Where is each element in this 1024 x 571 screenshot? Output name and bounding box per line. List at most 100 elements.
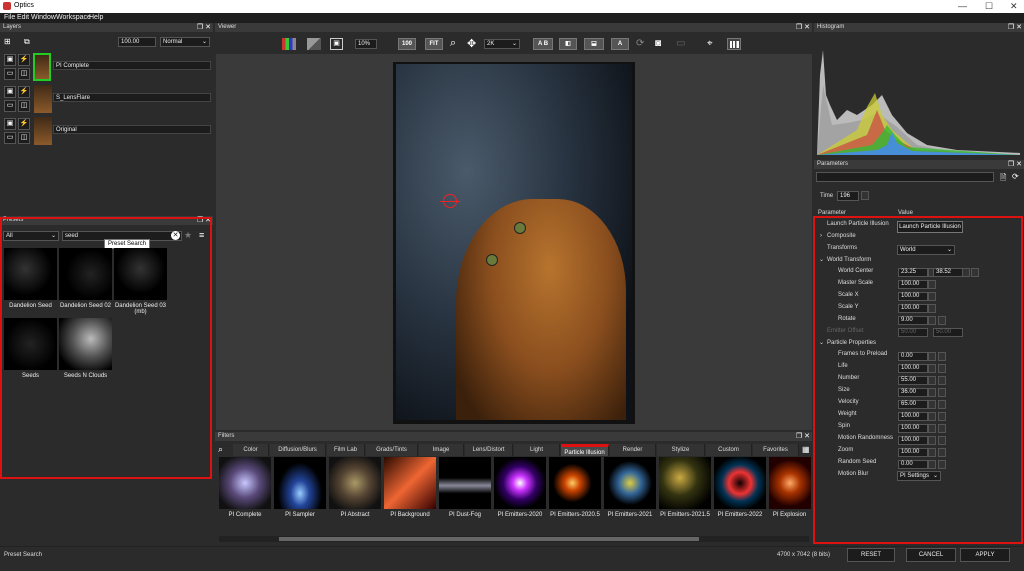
param-world-transform-label[interactable]: World Transform xyxy=(827,257,871,263)
scale-y-field[interactable]: 100.00 xyxy=(898,304,928,313)
transforms-select[interactable]: World ⌄ xyxy=(897,245,955,255)
time-field[interactable]: 196 xyxy=(837,191,859,201)
parameter-search-field[interactable] xyxy=(816,172,994,182)
layer-row[interactable]: ▣ ⚡ ▭ ◫ Original xyxy=(1,116,213,146)
view-a-button[interactable]: A xyxy=(611,38,629,50)
reset-button[interactable]: RESET xyxy=(847,548,895,562)
star-icon[interactable]: ★ xyxy=(184,230,192,241)
layer-thumbnail[interactable] xyxy=(34,117,52,145)
menu-window[interactable]: Window xyxy=(31,14,56,21)
spin[interactable] xyxy=(928,292,936,301)
motion-randomness-field[interactable]: 100.00 xyxy=(898,436,928,445)
monitor-icon[interactable]: ▣ xyxy=(4,86,16,98)
filter-thumbnail[interactable] xyxy=(549,457,601,509)
panel-float-close-icon[interactable]: ❐ ✕ xyxy=(1008,23,1022,32)
blend-mode-select[interactable]: Normal ⌄ xyxy=(160,37,210,47)
layer-name[interactable]: PI Complete xyxy=(53,61,211,70)
number-field[interactable]: 55.00 xyxy=(898,376,928,385)
spin[interactable] xyxy=(938,376,946,385)
param-particle-properties-label[interactable]: Particle Properties xyxy=(827,340,876,346)
spin[interactable] xyxy=(938,424,946,433)
display-icon[interactable]: ▭ xyxy=(4,132,16,144)
histogram-toggle-icon[interactable] xyxy=(727,38,741,50)
spin[interactable] xyxy=(962,268,970,277)
tab-diffusion-blurs[interactable]: Diffusion/Blurs xyxy=(270,444,326,456)
grid-view-icon[interactable]: ▦ xyxy=(802,445,810,454)
checker-icon[interactable] xyxy=(307,38,321,50)
lightning-icon[interactable]: ⚡ xyxy=(18,86,30,98)
chevron-down-icon[interactable]: ⌄ xyxy=(819,339,824,346)
random-seed-field[interactable]: 0.00 xyxy=(898,460,928,469)
opacity-field[interactable]: 100.00 xyxy=(118,37,156,47)
zoom-field[interactable]: 10% xyxy=(355,39,377,49)
filter-thumbnail[interactable] xyxy=(769,457,811,509)
preset-thumbnail[interactable] xyxy=(4,318,57,370)
spin[interactable] xyxy=(938,352,946,361)
preset-thumbnail[interactable] xyxy=(4,248,57,300)
spin[interactable] xyxy=(938,388,946,397)
filter-thumbnail[interactable] xyxy=(274,457,326,509)
launch-particle-illusion-button[interactable]: Launch Particle Illusion xyxy=(897,221,963,233)
layer-name[interactable]: Original xyxy=(53,125,211,134)
pan-icon[interactable]: ✥ xyxy=(467,37,476,50)
tab-light[interactable]: Light xyxy=(514,444,560,456)
tab-color[interactable]: Color xyxy=(233,444,269,456)
document-icon[interactable]: 🗎 xyxy=(1000,172,1006,186)
spin[interactable] xyxy=(928,460,936,469)
preset-category-select[interactable]: All ⌄ xyxy=(3,231,59,241)
resolution-select[interactable]: 2K ⌄ xyxy=(484,39,520,49)
spin[interactable] xyxy=(928,352,936,361)
maximize-button[interactable]: ☐ xyxy=(985,1,993,12)
panel-float-close-icon[interactable]: ❐ ✕ xyxy=(197,23,211,32)
spin[interactable] xyxy=(938,412,946,421)
zoom-field[interactable]: 100.00 xyxy=(898,448,928,457)
scale-x-field[interactable]: 100.00 xyxy=(898,292,928,301)
menu-file[interactable]: File xyxy=(4,14,15,21)
filters-scrollbar[interactable] xyxy=(219,536,809,542)
spin[interactable] xyxy=(938,448,946,457)
spin[interactable] xyxy=(928,412,936,421)
monitor-icon[interactable]: ▣ xyxy=(4,118,16,130)
spin[interactable] xyxy=(938,364,946,373)
tab-custom[interactable]: Custom xyxy=(706,444,752,456)
layer-row[interactable]: ▣ ⚡ ▭ ◫ PI Complete xyxy=(1,52,213,82)
filter-search-icon[interactable]: ⌕ xyxy=(218,444,223,455)
filter-thumbnail[interactable] xyxy=(494,457,546,509)
spin[interactable] xyxy=(928,448,936,457)
filter-thumbnail[interactable] xyxy=(439,457,491,509)
layer-row[interactable]: ▣ ⚡ ▭ ◫ S_LensFlare xyxy=(1,84,213,114)
spin[interactable] xyxy=(928,424,936,433)
spin[interactable] xyxy=(928,376,936,385)
close-button[interactable]: ✕ xyxy=(1010,1,1018,12)
split-horizontal-icon[interactable]: ⬓ xyxy=(584,38,604,50)
filter-thumbnail[interactable] xyxy=(384,457,436,509)
master-scale-field[interactable]: 100.00 xyxy=(898,280,928,289)
mask-icon[interactable]: ◫ xyxy=(18,68,30,80)
spin[interactable] xyxy=(928,280,936,289)
magnifier-icon[interactable]: ⌕ xyxy=(450,37,456,50)
spin[interactable] xyxy=(938,316,946,325)
tab-grads-tints[interactable]: Grads/Tints xyxy=(366,444,418,456)
velocity-field[interactable]: 65.00 xyxy=(898,400,928,409)
menu-edit[interactable]: Edit xyxy=(17,14,29,21)
life-field[interactable]: 100.00 xyxy=(898,364,928,373)
camera-icon[interactable]: ◙ xyxy=(655,38,661,49)
preset-thumbnail[interactable] xyxy=(59,248,112,300)
tab-render[interactable]: Render xyxy=(610,444,656,456)
motion-blur-select[interactable]: PI Settings ⌄ xyxy=(897,471,941,481)
menu-help[interactable]: Help xyxy=(89,14,103,21)
fit-button[interactable]: FIT xyxy=(425,38,443,50)
tab-lens-distort[interactable]: Lens/Distort xyxy=(465,444,513,456)
ab-compare-button[interactable]: A B xyxy=(533,38,553,50)
crosshair-icon[interactable]: ⌖ xyxy=(707,38,713,49)
crop-icon[interactable]: ⧉ xyxy=(24,37,34,47)
panel-float-close-icon[interactable]: ❐ ✕ xyxy=(1008,160,1022,169)
lightning-icon[interactable]: ⚡ xyxy=(18,54,30,66)
spin[interactable] xyxy=(938,400,946,409)
spin[interactable] xyxy=(928,400,936,409)
refresh-icon[interactable]: ⟳ xyxy=(1012,172,1019,181)
spin[interactable] xyxy=(928,388,936,397)
filter-thumbnail[interactable] xyxy=(659,457,711,509)
apply-button[interactable]: APPLY xyxy=(960,548,1010,562)
size-field[interactable]: 36.00 xyxy=(898,388,928,397)
